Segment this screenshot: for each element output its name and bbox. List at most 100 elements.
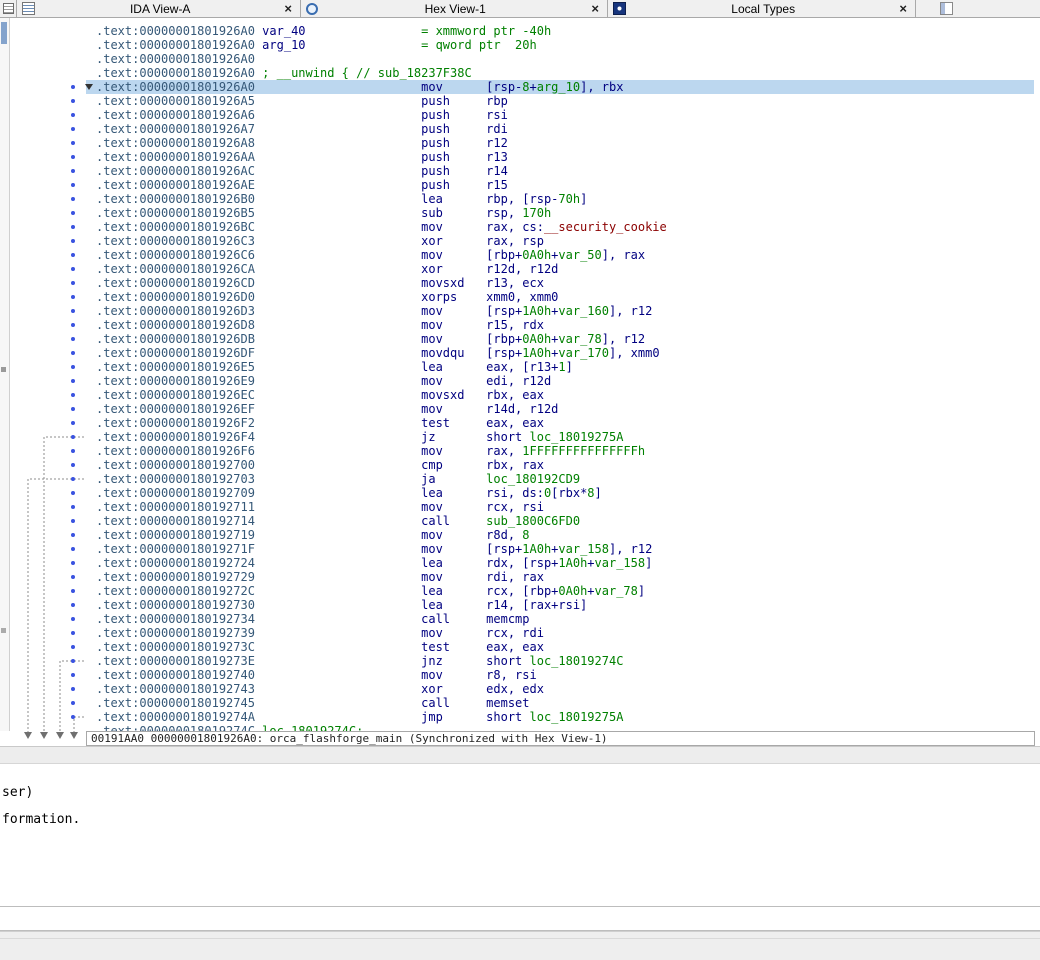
close-icon[interactable]: × xyxy=(281,2,295,15)
listing-line[interactable]: .text:0000000180192724 lea rdx, [rsp+1A0… xyxy=(86,556,1034,570)
listing-line[interactable]: .text:00000001801926A6 push rsi xyxy=(86,108,1034,122)
listing-line[interactable]: .text:00000001801926F4 jz short loc_1801… xyxy=(86,430,1034,444)
listing-line[interactable]: .text:00000001801926B5 sub rsp, 170h xyxy=(86,206,1034,220)
listing-token: + xyxy=(587,584,594,598)
dock-splitter[interactable] xyxy=(0,746,1040,764)
listing-line[interactable]: .text:00000001801926CA xor r12d, r12d xyxy=(86,262,1034,276)
listing-token: .text:00000001801926F4 xyxy=(96,430,255,444)
listing-token: 0A0h xyxy=(522,332,551,346)
listing-line[interactable]: .text:0000000180192743 xor edx, edx xyxy=(86,682,1034,696)
listing-line[interactable]: .text:0000000180192740 mov r8, rsi xyxy=(86,668,1034,682)
listing-token: ] xyxy=(580,192,587,206)
listing-line[interactable]: .text:00000001801926F2 test eax, eax xyxy=(86,416,1034,430)
listing-line[interactable]: .text:00000001801926EF mov r14d, r12d xyxy=(86,402,1034,416)
listing-token: mov xyxy=(255,318,486,332)
listing-line[interactable]: .text:00000001801926E5 lea eax, [r13+1] xyxy=(86,360,1034,374)
listing-token: movsxd xyxy=(255,276,486,290)
listing-token: .text:0000000180192740 xyxy=(96,668,255,682)
listing-token: push xyxy=(255,150,486,164)
listing-token: .text:00000001801926A8 xyxy=(96,136,255,150)
listing-line[interactable]: .text:00000001801926A0 var_40 = xmmword … xyxy=(86,24,1034,38)
listing-token: r14, [rax+rsi] xyxy=(486,598,587,612)
listing-line[interactable]: .text:00000001801926AA push r13 xyxy=(86,150,1034,164)
listing-line[interactable]: .text:00000001801926D0 xorps xmm0, xmm0 xyxy=(86,290,1034,304)
output-window[interactable]: ser) formation. xyxy=(0,764,1040,906)
listing-line[interactable]: .text:000000018019274A jmp short loc_180… xyxy=(86,710,1034,724)
listing-line[interactable]: .text:00000001801926BC mov rax, cs:__sec… xyxy=(86,220,1034,234)
listing-token: ], rbx xyxy=(580,80,623,94)
listing-token: call xyxy=(255,696,486,710)
panel-icon xyxy=(940,2,953,15)
listing-line[interactable]: .text:00000001801926AC push r14 xyxy=(86,164,1034,178)
listing-line[interactable]: .text:0000000180192711 mov rcx, rsi xyxy=(86,500,1034,514)
listing-line[interactable]: .text:0000000180192730 lea r14, [rax+rsi… xyxy=(86,598,1034,612)
listing-line[interactable]: .text:00000001801926A0 ; __unwind { // s… xyxy=(86,66,1034,80)
listing-line[interactable]: .text:00000001801926B0 lea rbp, [rsp-70h… xyxy=(86,192,1034,206)
listing-line[interactable]: .text:00000001801926CD movsxd r13, ecx xyxy=(86,276,1034,290)
window-menu-button[interactable] xyxy=(0,0,17,17)
listing-token: .text:00000001801926C3 xyxy=(96,234,255,248)
tab-partial[interactable] xyxy=(916,0,1040,17)
listing-line[interactable]: .text:0000000180192700 cmp rbx, rax xyxy=(86,458,1034,472)
listing-line[interactable]: .text:0000000180192709 lea rsi, ds:0[rbx… xyxy=(86,486,1034,500)
listing-line[interactable]: .text:00000001801926C3 xor rax, rsp xyxy=(86,234,1034,248)
listing-token: var_158 xyxy=(595,556,646,570)
listing-line[interactable]: .text:0000000180192714 call sub_1800C6FD… xyxy=(86,514,1034,528)
listing-line[interactable]: .text:00000001801926DF movdqu [rsp+1A0h+… xyxy=(86,346,1034,360)
listing-line[interactable]: .text:0000000180192719 mov r8d, 8 xyxy=(86,528,1034,542)
listing-line[interactable]: .text:000000018019273E jnz short loc_180… xyxy=(86,654,1034,668)
listing-token: .text:00000001801926F2 xyxy=(96,416,255,430)
listing-token: .text:0000000180192734 xyxy=(96,612,255,626)
close-icon[interactable]: × xyxy=(588,2,602,15)
listing-token: .text:00000001801926A0 xyxy=(96,38,255,52)
listing-line[interactable]: .text:00000001801926A7 push rdi xyxy=(86,122,1034,136)
listing-line[interactable]: .text:00000001801926A8 push r12 xyxy=(86,136,1034,150)
listing-token: xor xyxy=(255,682,486,696)
listing-line[interactable]: .text:00000001801926EC movsxd rbx, eax xyxy=(86,388,1034,402)
listing-token: r14 xyxy=(486,164,508,178)
close-icon[interactable]: × xyxy=(896,2,910,15)
listing-line[interactable]: .text:00000001801926C6 mov [rbp+0A0h+var… xyxy=(86,248,1034,262)
tab-local-types[interactable]: Local Types × xyxy=(608,0,916,17)
listing-token: lea xyxy=(255,360,486,374)
tab-ida-view-a[interactable]: IDA View-A × xyxy=(17,0,301,17)
listing-line[interactable]: .text:00000001801926DB mov [rbp+0A0h+var… xyxy=(86,332,1034,346)
listing-token: .text:0000000180192700 xyxy=(96,458,255,472)
listing-token: push xyxy=(255,108,486,122)
listing-token: .text:0000000180192729 xyxy=(96,570,255,584)
listing-line[interactable]: .text:00000001801926A0 arg_10 = qword pt… xyxy=(86,38,1034,52)
listing-token: .text:00000001801926D3 xyxy=(96,304,255,318)
listing-token: rsp, xyxy=(486,206,522,220)
listing-line[interactable]: .text:0000000180192745 call memset xyxy=(86,696,1034,710)
listing-token: 1A0h xyxy=(522,346,551,360)
listing-token: .text:0000000180192739 xyxy=(96,626,255,640)
listing-line[interactable]: .text:00000001801926E9 mov edi, r12d xyxy=(86,374,1034,388)
listing-token: edx, edx xyxy=(486,682,544,696)
listing-token: short xyxy=(486,430,529,444)
jump-arrow-line xyxy=(60,661,84,732)
command-line-input[interactable] xyxy=(0,906,1040,931)
listing-line[interactable]: .text:00000001801926A0 mov [rsp-8+arg_10… xyxy=(86,80,1034,94)
listing-line[interactable]: .text:00000001801926AE push r15 xyxy=(86,178,1034,192)
listing-token: var_78 xyxy=(558,332,601,346)
listing-line[interactable]: .text:00000001801926A5 push rbp xyxy=(86,94,1034,108)
listing-line[interactable]: .text:0000000180192703 ja loc_180192CD9 xyxy=(86,472,1034,486)
listing-line[interactable]: .text:0000000180192729 mov rdi, rax xyxy=(86,570,1034,584)
tab-hex-view-1[interactable]: Hex View-1 × xyxy=(301,0,608,17)
listing-line[interactable]: .text:000000018019273C test eax, eax xyxy=(86,640,1034,654)
listing-line[interactable]: .text:00000001801926A0 xyxy=(86,52,1034,66)
listing-line[interactable]: .text:000000018019272C lea rcx, [rbp+0A0… xyxy=(86,584,1034,598)
listing-line[interactable]: .text:000000018019271F mov [rsp+1A0h+var… xyxy=(86,542,1034,556)
current-line-marker xyxy=(85,84,93,90)
listing-token: ] xyxy=(638,584,645,598)
listing-line[interactable]: .text:0000000180192739 mov rcx, rdi xyxy=(86,626,1034,640)
listing-token: .text:0000000180192724 xyxy=(96,556,255,570)
listing-line[interactable]: .text:00000001801926F6 mov rax, 1FFFFFFF… xyxy=(86,444,1034,458)
listing-token: + xyxy=(530,80,537,94)
listing-token: .text:00000001801926A7 xyxy=(96,122,255,136)
listing-token: .text:00000001801926E5 xyxy=(96,360,255,374)
listing-line[interactable]: .text:00000001801926D8 mov r15, rdx xyxy=(86,318,1034,332)
disassembly-listing[interactable]: .text:00000001801926A0 var_40 = xmmword … xyxy=(86,18,1034,737)
listing-line[interactable]: .text:00000001801926D3 mov [rsp+1A0h+var… xyxy=(86,304,1034,318)
listing-line[interactable]: .text:0000000180192734 call memcmp xyxy=(86,612,1034,626)
